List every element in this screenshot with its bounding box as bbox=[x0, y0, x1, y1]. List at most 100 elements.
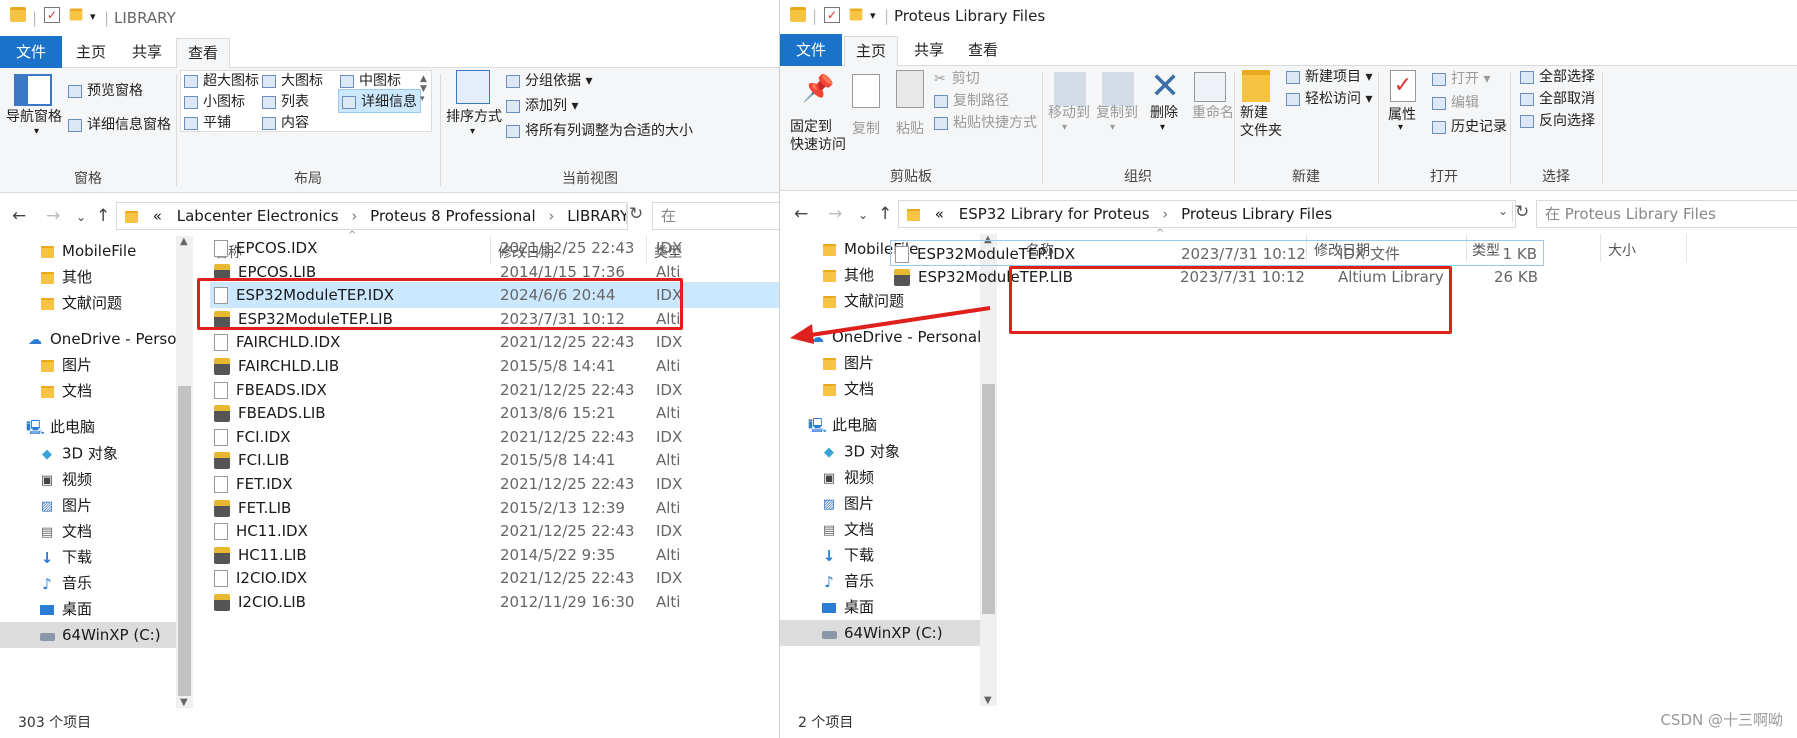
edit-button[interactable]: 编辑 bbox=[1432, 92, 1479, 112]
delete-button[interactable]: 删除 bbox=[1150, 102, 1178, 122]
file-row[interactable]: HC11.LIB 2014/5/22 9:35 Alti bbox=[210, 542, 779, 568]
nav-item[interactable]: ▨ 图片 bbox=[38, 492, 92, 518]
column-size[interactable]: 大小 bbox=[1608, 240, 1636, 260]
file-row[interactable]: EPCOS.LIB 2014/1/15 17:36 Alti bbox=[210, 259, 779, 285]
properties-quick-icon[interactable]: ✓ bbox=[824, 7, 840, 23]
history-button[interactable]: 历史记录 bbox=[1432, 116, 1507, 136]
tab-home[interactable]: 主页 bbox=[66, 38, 116, 68]
nav-item[interactable]: 64WinXP (C:) bbox=[0, 622, 176, 648]
layout-tiles[interactable]: 平铺 bbox=[184, 112, 231, 132]
sort-button[interactable]: 排序方式 bbox=[446, 106, 502, 126]
nav-item[interactable]: ▣ 视频 bbox=[820, 464, 874, 490]
new-folder-quick-icon[interactable] bbox=[69, 8, 83, 21]
address-bar[interactable]: « Labcenter Electronics › Proteus 8 Prof… bbox=[116, 202, 628, 230]
file-row[interactable]: ESP32ModuleTEP.IDX 2023/7/31 10:12 IDX 文件 1… bbox=[890, 240, 1544, 266]
new-folder-quick-icon[interactable] bbox=[849, 8, 863, 21]
nav-item[interactable]: ◆ 3D 对象 bbox=[38, 440, 118, 466]
tab-share[interactable]: 共享 bbox=[904, 36, 954, 66]
layout-extra-large[interactable]: 超大图标 bbox=[184, 70, 259, 90]
recent-dropdown-icon[interactable]: ⌄ bbox=[76, 210, 86, 224]
layout-small[interactable]: 小图标 bbox=[184, 91, 245, 111]
nav-scroll-thumb[interactable] bbox=[178, 386, 191, 696]
tab-home[interactable]: 主页 bbox=[844, 36, 898, 67]
file-row[interactable]: ESP32ModuleTEP.LIB 2023/7/31 10:12 Altium … bbox=[890, 264, 1544, 290]
file-row[interactable]: I2CIO.IDX 2021/12/25 22:43 IDX bbox=[210, 565, 779, 591]
nav-scrollbar[interactable]: ▲ ▼ bbox=[980, 234, 997, 706]
layout-list[interactable]: 列表 bbox=[262, 91, 309, 111]
file-row[interactable]: FAIRCHLD.IDX 2021/12/25 22:43 IDX bbox=[210, 329, 779, 355]
rename-button[interactable]: 重命名 bbox=[1192, 102, 1234, 122]
new-item-button[interactable]: 新建项目 ▾ bbox=[1286, 66, 1372, 86]
nav-item[interactable]: ☁ OneDrive - Personal bbox=[26, 326, 176, 352]
nav-pane-icon[interactable] bbox=[14, 74, 52, 106]
cut-button[interactable]: ✂ 剪切 bbox=[934, 68, 980, 88]
new-folder-button[interactable]: 新建 文件夹 bbox=[1240, 104, 1282, 140]
fit-columns-button[interactable]: 将所有列调整为合适的大小 bbox=[506, 120, 693, 140]
back-arrow-icon[interactable]: ← bbox=[12, 206, 26, 226]
move-to-button[interactable]: 移动到 bbox=[1048, 102, 1090, 122]
copy-button[interactable]: 复制 bbox=[852, 118, 880, 138]
refresh-icon[interactable]: ↻ bbox=[626, 204, 643, 224]
quick-access-dropdown-icon[interactable]: ▾ bbox=[870, 9, 876, 22]
paste-button[interactable]: 粘贴 bbox=[896, 118, 924, 138]
pin-quick-access-button[interactable]: 固定到 快速访问 bbox=[790, 118, 846, 154]
file-row[interactable]: FBEADS.IDX 2021/12/25 22:43 IDX bbox=[210, 377, 779, 403]
nav-item[interactable]: MobileFile bbox=[38, 238, 136, 264]
breadcrumb-overflow[interactable]: « bbox=[153, 207, 162, 225]
tab-file[interactable]: 文件 bbox=[0, 36, 62, 68]
nav-item[interactable]: 文献问题 bbox=[820, 288, 904, 314]
open-button[interactable]: 打开 ▾ bbox=[1432, 68, 1490, 88]
nav-item[interactable]: 64WinXP (C:) bbox=[780, 620, 980, 646]
invert-selection-button[interactable]: 反向选择 bbox=[1520, 110, 1595, 130]
quick-access-dropdown-icon[interactable]: ▾ bbox=[90, 10, 96, 23]
address-dropdown-icon[interactable]: ⌄ bbox=[1498, 204, 1508, 218]
layout-medium[interactable]: 中图标 bbox=[340, 70, 401, 90]
nav-scrollbar[interactable]: ▲ ▼ bbox=[176, 236, 193, 708]
up-arrow-icon[interactable]: ↑ bbox=[878, 204, 892, 224]
group-by-button[interactable]: 分组依据 ▾ bbox=[506, 70, 592, 90]
layout-details[interactable]: 详细信息 bbox=[338, 89, 421, 113]
nav-pane-button[interactable]: 导航窗格 bbox=[6, 106, 62, 126]
nav-item[interactable]: 其他 bbox=[38, 264, 92, 290]
easy-access-button[interactable]: 轻松访问 ▾ bbox=[1286, 88, 1372, 108]
nav-item[interactable]: 桌面 bbox=[820, 594, 874, 620]
nav-item[interactable]: ↓ 下载 bbox=[38, 544, 92, 570]
breadcrumb-overflow[interactable]: « bbox=[935, 205, 944, 223]
file-row[interactable]: HC11.IDX 2021/12/25 22:43 IDX bbox=[210, 518, 779, 544]
nav-item[interactable]: ◆ 3D 对象 bbox=[820, 438, 900, 464]
nav-scroll-thumb[interactable] bbox=[982, 384, 995, 614]
refresh-icon[interactable]: ↻ bbox=[1512, 202, 1529, 222]
details-pane-button[interactable]: 详细信息窗格 bbox=[68, 114, 171, 134]
nav-item[interactable]: 文献问题 bbox=[38, 290, 122, 316]
tab-share[interactable]: 共享 bbox=[122, 38, 172, 68]
nav-item[interactable]: 图片 bbox=[820, 350, 874, 376]
search-box[interactable]: 在 Proteus Library Files bbox=[1536, 200, 1797, 228]
tab-view[interactable]: 查看 bbox=[958, 36, 1008, 66]
select-none-button[interactable]: 全部取消 bbox=[1520, 88, 1595, 108]
file-row[interactable]: FBEADS.LIB 2013/8/6 15:21 Alti bbox=[210, 400, 779, 426]
nav-item[interactable]: ☁ OneDrive - Personal bbox=[808, 324, 980, 350]
nav-item[interactable]: 🖳 此电脑 bbox=[26, 414, 95, 440]
nav-item[interactable]: ↓ 下载 bbox=[820, 542, 874, 568]
nav-item[interactable]: ♪ 音乐 bbox=[820, 568, 874, 594]
layout-content[interactable]: 内容 bbox=[262, 112, 309, 132]
nav-item[interactable]: ▨ 图片 bbox=[820, 490, 874, 516]
breadcrumb-proteus[interactable]: Proteus 8 Professional bbox=[370, 207, 535, 225]
file-row[interactable]: I2CIO.LIB 2012/11/29 16:30 Alti bbox=[210, 589, 779, 615]
nav-item[interactable]: 图片 bbox=[38, 352, 92, 378]
add-column-button[interactable]: 添加列 ▾ bbox=[506, 95, 578, 115]
nav-item[interactable]: 文档 bbox=[820, 376, 874, 402]
select-all-button[interactable]: 全部选择 bbox=[1520, 66, 1595, 86]
nav-item[interactable]: ▤ 文档 bbox=[820, 516, 874, 542]
nav-item[interactable]: ▤ 文档 bbox=[38, 518, 92, 544]
file-row[interactable]: FCI.IDX 2021/12/25 22:43 IDX bbox=[210, 424, 779, 450]
nav-item[interactable]: 桌面 bbox=[38, 596, 92, 622]
search-box[interactable]: 在 bbox=[652, 202, 779, 230]
tab-file[interactable]: 文件 bbox=[780, 34, 842, 66]
address-bar[interactable]: « ESP32 Library for Proteus › Proteus Li… bbox=[898, 200, 1516, 228]
copy-path-button[interactable]: 复制路径 bbox=[934, 90, 1009, 110]
breadcrumb-esp32-library[interactable]: ESP32 Library for Proteus bbox=[959, 205, 1150, 223]
copy-to-button[interactable]: 复制到 bbox=[1096, 102, 1138, 122]
file-row[interactable]: EPCOS.IDX 2021/12/25 22:43 IDX bbox=[210, 235, 779, 261]
tab-view[interactable]: 查看 bbox=[176, 38, 230, 69]
